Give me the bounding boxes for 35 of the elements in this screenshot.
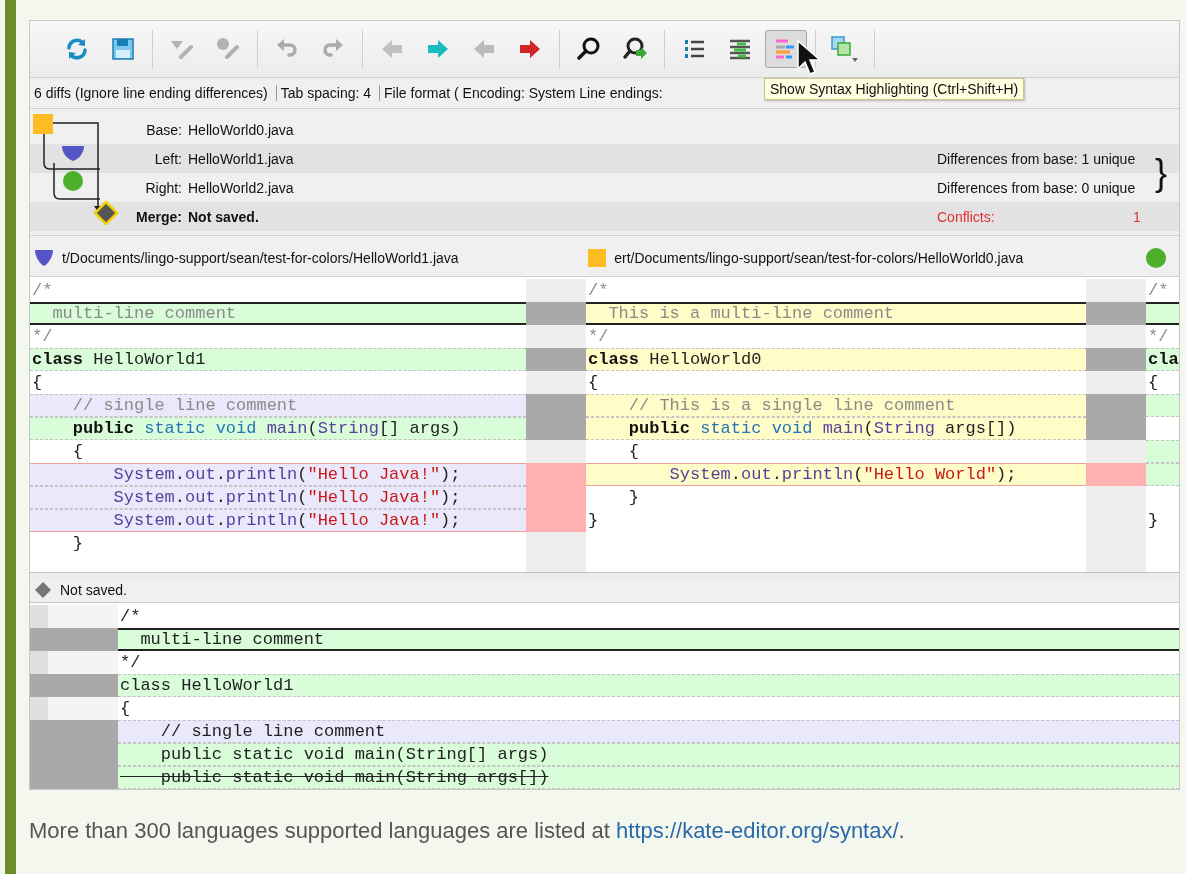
arrow-right-icon — [518, 39, 542, 59]
footer-text: More than 300 languages supported languages are listed at https://kate-editor.org/syntax/. — [29, 818, 906, 844]
file-name: HelloWorld2.java — [188, 179, 295, 196]
arrow-left-icon — [472, 39, 496, 59]
differences-text: Differences from base: 1 unique — [937, 150, 1133, 167]
overlapping-squares-icon — [830, 35, 860, 63]
status-text: Tab spacing: 4 — [276, 85, 381, 101]
search-next-icon — [622, 36, 648, 62]
syntax-link[interactable]: https://kate-editor.org/syntax/ — [616, 818, 899, 843]
conflicts-label: Conflicts: — [937, 208, 996, 225]
merge-status-text: Not saved. — [60, 582, 127, 598]
file-name: Not saved. — [188, 208, 260, 225]
status-text: File format ( Encoding: System Line endings: — [383, 85, 664, 101]
status-text: 6 diffs (Ignore line ending differences) — [30, 85, 277, 101]
mouse-cursor-icon — [796, 39, 822, 77]
arrow-left-icon — [380, 39, 404, 59]
search-icon — [576, 36, 602, 62]
file-role-label: Left: — [153, 150, 183, 167]
file-name: HelloWorld0.java — [188, 121, 295, 138]
file-name: HelloWorld1.java — [188, 150, 295, 167]
numbered-list-icon — [682, 37, 706, 61]
refresh-icon — [65, 37, 89, 61]
diamond-icon — [34, 581, 52, 599]
lines-icon — [728, 37, 752, 61]
differences-text: Differences from base: 0 unique — [937, 179, 1133, 196]
pencil-icon — [215, 37, 241, 61]
brace-symbol: } — [1154, 151, 1167, 195]
file-role-label: Right: — [144, 179, 183, 196]
file-path: ert/Documents/lingo-support/sean/test-for-colors/HelloWorld0.java — [614, 250, 1024, 266]
arrow-right-icon — [426, 39, 450, 59]
file-role-label: Base: — [145, 121, 183, 138]
tooltip: Show Syntax Highlighting (Ctrl+Shift+H) — [764, 78, 1025, 100]
conflict-count: 1 — [1133, 208, 1142, 225]
file-path: t/Documents/lingo-support/sean/test-for-colors/HelloWorld1.java — [62, 250, 459, 266]
file-role-label: Merge: — [135, 208, 183, 225]
